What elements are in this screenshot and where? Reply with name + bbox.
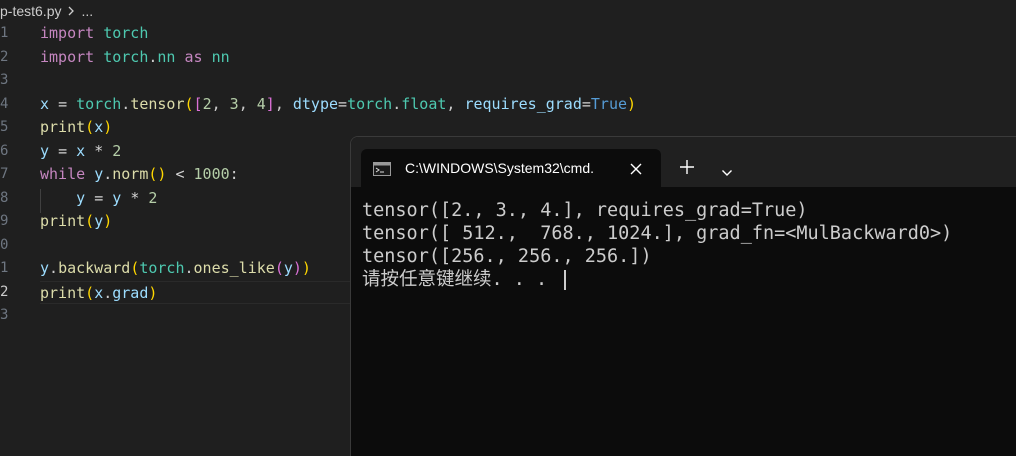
terminal-prompt-line: 请按任意键继续. . . — [362, 268, 1016, 291]
terminal-line: tensor([256., 256., 256.]) — [362, 246, 652, 267]
code-line[interactable]: x = torch.tensor([2, 3, 4], dtype=torch.… — [40, 93, 1016, 117]
terminal-window[interactable]: C:\WINDOWS\System32\cmd. tensor([2., 3.,… — [350, 136, 1016, 456]
line-number: 6 — [0, 142, 9, 159]
text-cursor — [564, 270, 567, 290]
terminal-output[interactable]: tensor([2., 3., 4.], requires_grad=True)… — [362, 199, 1016, 291]
terminal-line: 请按任意键继续. . . — [362, 269, 559, 290]
code-line[interactable] — [40, 69, 1016, 93]
code-line[interactable]: import torch.nn as nn — [40, 46, 1016, 70]
terminal-line: tensor([2., 3., 4.], requires_grad=True) — [362, 200, 808, 221]
chevron-down-icon[interactable] — [721, 163, 733, 176]
line-number: 8 — [0, 189, 9, 206]
code-line[interactable]: import torch — [40, 22, 1016, 46]
line-number: 3 — [0, 72, 9, 88]
terminal-tab-title: C:\WINDOWS\System32\cmd. — [405, 160, 595, 176]
line-number: 1 — [0, 260, 9, 276]
terminal-tab[interactable]: C:\WINDOWS\System32\cmd. — [361, 149, 661, 187]
breadcrumb-file[interactable]: p-test6.py — [0, 0, 61, 22]
breadcrumb: p-test6.py ... — [0, 0, 93, 22]
line-number: 4 — [0, 95, 9, 112]
line-number: 9 — [0, 213, 9, 229]
line-number-active: 2 — [0, 283, 9, 300]
line-number: 3 — [0, 307, 9, 323]
line-number: 7 — [0, 166, 9, 182]
cmd-icon — [373, 161, 391, 176]
line-number-gutter: 1 2 3 4 5 6 7 8 9 0 1 2 3 — [0, 22, 20, 328]
close-icon[interactable] — [629, 161, 643, 175]
breadcrumb-symbols[interactable]: ... — [81, 0, 93, 22]
line-number: 2 — [0, 48, 9, 65]
chevron-right-icon — [64, 4, 78, 18]
terminal-line: tensor([ 512., 768., 1024.], grad_fn=<Mu… — [362, 223, 953, 244]
plus-icon[interactable] — [679, 159, 695, 175]
line-number: 5 — [0, 119, 9, 135]
terminal-titlebar[interactable]: C:\WINDOWS\System32\cmd. — [351, 137, 1016, 187]
line-number: 0 — [0, 236, 9, 253]
line-number: 1 — [0, 25, 9, 41]
